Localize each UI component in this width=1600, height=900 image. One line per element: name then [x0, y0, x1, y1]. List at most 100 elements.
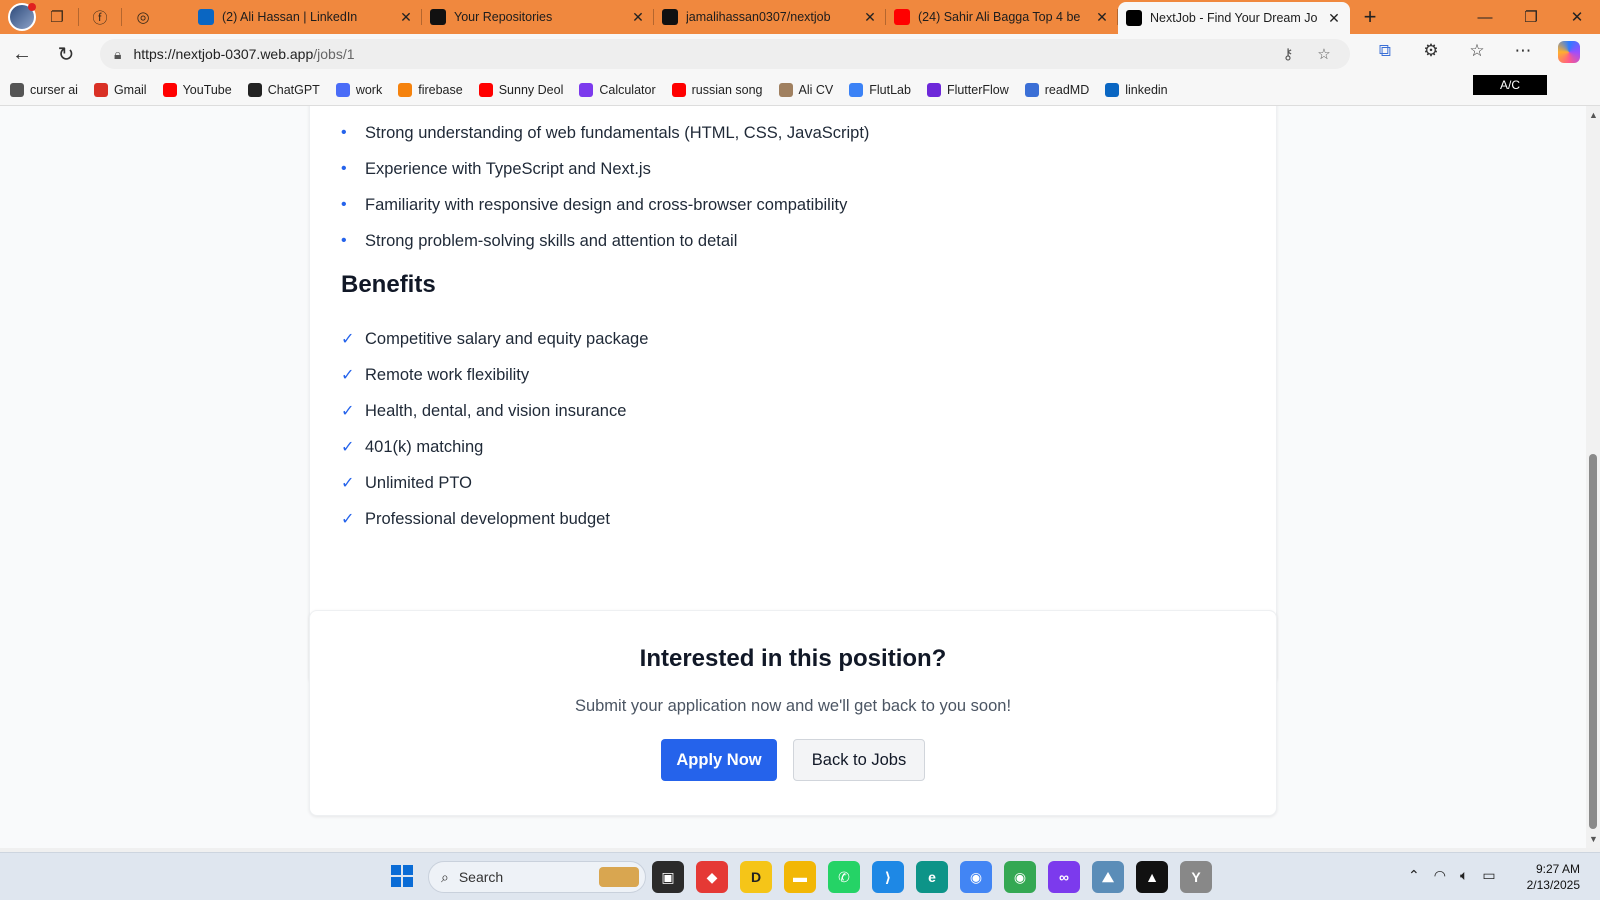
browser-tab[interactable]: jamalihassan0307/nextjob ✕: [654, 0, 886, 34]
bookmark-item[interactable]: linkedin: [1105, 82, 1168, 97]
list-item: ✓ Competitive salary and equity package: [341, 321, 648, 357]
page-scrollbar[interactable]: ▲ ▼: [1586, 106, 1600, 848]
bookmark-item[interactable]: FlutterFlow: [926, 82, 1009, 97]
bullet-icon: •: [341, 232, 347, 249]
bookmark-favicon-icon: [778, 82, 793, 97]
list-item-text: Unlimited PTO: [365, 473, 472, 492]
close-tab-icon[interactable]: ✕: [398, 9, 414, 26]
photos-icon[interactable]: ⛰: [1092, 861, 1124, 893]
yt-music-icon[interactable]: Y: [1180, 861, 1212, 893]
key-icon[interactable]: ⚷: [1276, 45, 1300, 63]
search-highlight-icon: [599, 867, 639, 887]
url-input[interactable]: 🔒︎ https://nextjob-0307.web.app/jobs/1 ⚷…: [100, 39, 1350, 69]
bookmark-item[interactable]: readMD: [1024, 82, 1089, 97]
list-item: ✓ Unlimited PTO: [341, 465, 648, 501]
close-tab-icon[interactable]: ✕: [1326, 10, 1342, 27]
bookmark-item[interactable]: russian song: [671, 82, 763, 97]
cta-buttons: Apply Now Back to Jobs: [310, 739, 1276, 781]
workspaces-icon[interactable]: ❐: [42, 2, 72, 32]
benefits-list: ✓ Competitive salary and equity package ✓ R…: [341, 321, 648, 537]
close-tab-icon[interactable]: ✕: [862, 9, 878, 26]
pinned-tab-icon[interactable]: ⓕ: [85, 2, 115, 32]
bookmark-favicon-icon: [849, 82, 864, 97]
bookmark-item[interactable]: Gmail: [93, 82, 147, 97]
bookmark-label: YouTube: [182, 82, 232, 97]
requirements-list: • Strong understanding of web fundamental…: [341, 115, 869, 259]
cta-title: Interested in this position?: [639, 645, 947, 672]
browser-tab[interactable]: (24) Sahir Ali Bagga Top 4 be ✕: [886, 0, 1118, 34]
file-explorer-icon[interactable]: ▬: [784, 861, 816, 893]
refresh-icon[interactable]: ↻: [44, 34, 88, 74]
star-icon[interactable]: ☆: [1312, 45, 1336, 63]
restore-icon[interactable]: ❐: [1508, 0, 1554, 34]
back-to-jobs-button[interactable]: Back to Jobs: [793, 739, 925, 781]
wifi-icon[interactable]: ◠: [1434, 867, 1446, 884]
task-view-icon[interactable]: ▣: [652, 861, 684, 893]
bookmark-item[interactable]: Sunny Deol: [478, 82, 564, 97]
more-menu-icon[interactable]: ⋯: [1500, 41, 1546, 68]
scroll-up-icon[interactable]: ▲: [1589, 110, 1598, 120]
list-item-text: Health, dental, and vision insurance: [365, 401, 627, 420]
tab-title: (24) Sahir Ali Bagga Top 4 be: [918, 10, 1081, 24]
tab-bar-left: ❐ ⓕ ◎: [0, 0, 190, 34]
close-tab-icon[interactable]: ✕: [1094, 9, 1110, 26]
taskbar-search[interactable]: ⌕ Search: [428, 861, 646, 893]
start-icon[interactable]: [391, 865, 413, 887]
chat-app-icon[interactable]: D: [740, 861, 772, 893]
copilot-icon[interactable]: [1546, 40, 1592, 68]
nextjs-icon: [1126, 10, 1142, 26]
clock-date: 2/13/2025: [1526, 878, 1580, 892]
scroll-down-icon[interactable]: ▼: [1589, 834, 1598, 844]
visual-studio-icon[interactable]: ∞: [1048, 861, 1080, 893]
pinned-tab-icon[interactable]: ◎: [128, 2, 158, 32]
new-tab-button[interactable]: +: [1350, 0, 1390, 34]
browser-tab[interactable]: NextJob - Find Your Dream Job ✕: [1118, 2, 1350, 34]
scrollbar-thumb[interactable]: [1589, 454, 1597, 829]
close-window-icon[interactable]: ✕: [1554, 0, 1600, 34]
list-item-text: Strong understanding of web fundamentals…: [365, 123, 870, 142]
app-icon[interactable]: ▲: [1136, 861, 1168, 893]
bookmark-label: FlutterFlow: [946, 82, 1009, 97]
bookmark-label: Sunny Deol: [498, 82, 564, 97]
chrome-icon[interactable]: ◉: [960, 861, 992, 893]
bookmark-item[interactable]: YouTube: [162, 82, 232, 97]
minimize-icon[interactable]: —: [1462, 0, 1508, 34]
edge-icon[interactable]: e: [916, 861, 948, 893]
taskbar-clock[interactable]: 9:27 AM 2/13/2025: [1518, 861, 1580, 893]
close-tab-icon[interactable]: ✕: [630, 9, 646, 26]
bookmark-item[interactable]: Ali CV: [778, 82, 833, 97]
extensions-icon[interactable]: ⚙: [1408, 41, 1454, 68]
linkedin-icon: [198, 9, 214, 25]
lock-icon[interactable]: 🔒︎: [114, 46, 121, 63]
bookmark-item[interactable]: firebase: [398, 82, 463, 97]
translate-icon[interactable]: ⧉: [1362, 41, 1408, 68]
back-icon[interactable]: ←: [0, 34, 44, 74]
checkmark-icon: ✓: [341, 403, 355, 420]
anydesk-icon[interactable]: ◆: [696, 861, 728, 893]
bookmark-item[interactable]: curser ai: [10, 82, 78, 97]
bookmark-favicon-icon: [1105, 82, 1120, 97]
bookmark-item[interactable]: FlutLab: [849, 82, 911, 97]
tab-list: (2) Ali Hassan | LinkedIn ✕ Your Repositor…: [190, 0, 1350, 34]
battery-icon[interactable]: ▭: [1482, 867, 1495, 884]
bookmark-favicon-icon: [335, 82, 350, 97]
apply-now-button[interactable]: Apply Now: [661, 739, 777, 781]
bookmark-item[interactable]: Calculator: [579, 82, 656, 97]
ac-badge: A/C: [1473, 75, 1547, 95]
browser-tab[interactable]: (2) Ali Hassan | LinkedIn ✕: [190, 0, 422, 34]
chrome-profile-icon[interactable]: ◉: [1004, 861, 1036, 893]
volume-icon[interactable]: 🔈︎: [1460, 867, 1468, 884]
list-item-text: Experience with TypeScript and Next.js: [365, 159, 651, 178]
job-details-card: • Strong understanding of web fundamental…: [309, 106, 1277, 684]
list-item-text: Professional development budget: [365, 509, 610, 528]
profile-avatar[interactable]: [8, 3, 36, 31]
chevron-up-icon[interactable]: ⌃: [1408, 867, 1420, 884]
bookmarks-bar: curser ai Gmail YouTube ChatGPT work firebase…: [0, 74, 1600, 106]
bookmark-favicon-icon: [162, 82, 177, 97]
browser-tab[interactable]: Your Repositories ✕: [422, 0, 654, 34]
bookmark-item[interactable]: work: [335, 82, 382, 97]
bookmark-item[interactable]: ChatGPT: [247, 82, 320, 97]
favorites-icon[interactable]: ☆: [1454, 41, 1500, 68]
vscode-icon[interactable]: ⟩: [872, 861, 904, 893]
whatsapp-icon[interactable]: ✆: [828, 861, 860, 893]
